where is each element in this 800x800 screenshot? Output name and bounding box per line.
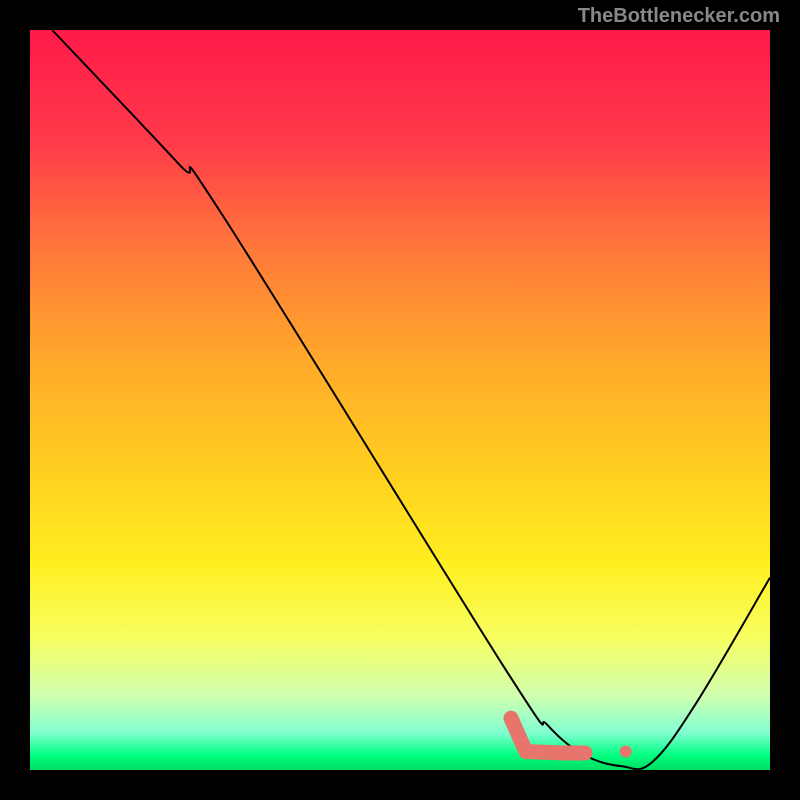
watermark-text: TheBottlenecker.com: [578, 5, 780, 28]
chart-plot-bg: [30, 30, 770, 770]
chart-svg: [0, 0, 800, 800]
frame-right: [770, 0, 800, 800]
frame-left: [0, 0, 30, 800]
marker-dot-shape: [620, 746, 632, 758]
frame-bottom: [0, 770, 800, 800]
bottleneck-chart: TheBottlenecker.com: [0, 0, 800, 800]
